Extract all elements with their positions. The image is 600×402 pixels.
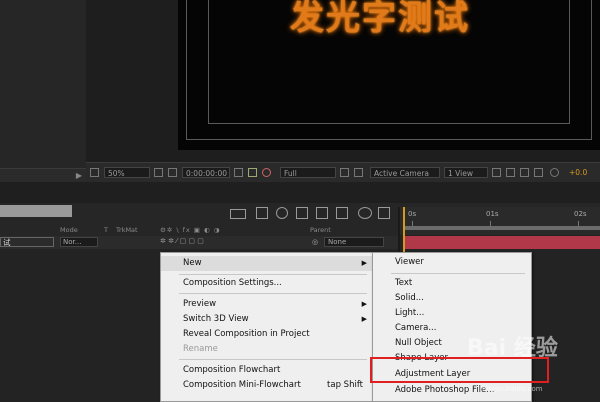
menu-item-new[interactable]: New ▶ [161,256,373,271]
menu-item-composition-flowchart[interactable]: Composition Flowchart [161,363,373,378]
glow-text-layer-preview[interactable]: 发光字测试 [290,0,470,39]
column-mode[interactable]: Mode [60,226,78,234]
flowchart-icon[interactable] [534,168,543,177]
brainstorm-icon[interactable] [378,207,390,219]
always-preview-icon[interactable] [90,168,99,177]
menu-item-preview[interactable]: Preview ▶ [161,297,373,312]
submenu-arrow-icon: ▶ [361,315,367,323]
submenu-item-viewer[interactable]: Viewer [373,255,531,270]
exposure-value[interactable]: +0.0 [566,167,590,178]
motion-blur-icon[interactable] [336,207,348,219]
submenu-item-solid[interactable]: Solid... [373,291,531,306]
column-trkmat[interactable]: TrkMat [116,226,138,234]
transparency-grid-icon[interactable] [354,168,363,177]
project-panel [0,0,86,182]
column-parent[interactable]: Parent [310,226,331,234]
parent-dropdown[interactable]: None [324,237,384,247]
live-update-icon[interactable] [256,207,268,219]
menu-item-switch-3d-view[interactable]: Switch 3D View ▶ [161,312,373,327]
submenu-item-text[interactable]: Text [373,276,531,291]
magnification-dropdown[interactable]: 50% [104,167,150,178]
ruler-label-0: 0s [408,210,417,218]
panel-divider [0,182,600,204]
comp-mini-flowchart-icon[interactable] [230,209,246,219]
draft-3d-icon[interactable] [276,207,288,219]
shortcut-text: tap Shift [327,380,363,390]
region-of-interest-icon[interactable] [340,168,349,177]
channel-rgb-icon[interactable] [262,168,271,177]
submenu-item-light[interactable]: Light... [373,306,531,321]
layer-mode-dropdown[interactable]: Nor... [60,237,98,247]
grid-icon[interactable] [154,168,163,177]
menu-separator [391,273,525,274]
submenu-arrow-icon: ▶ [361,259,367,267]
menu-item-composition-settings[interactable]: Composition Settings... [161,276,373,291]
resolution-dropdown[interactable]: Full [280,167,336,178]
show-snapshot-icon[interactable] [248,168,257,177]
layer-switches-icon[interactable]: ✲ ✲ ⁄ ▢ ▢ ▢ [160,237,204,245]
work-area-bar[interactable] [405,226,600,230]
layer-duration-bar[interactable] [403,236,600,249]
menu-separator [179,274,367,275]
time-ruler[interactable]: 0s 01s 02s [400,207,600,235]
menu-separator [179,359,367,360]
menu-separator [179,293,367,294]
camera-view-dropdown[interactable]: Active Camera [370,167,440,178]
layer-row[interactable]: 试 Nor... ✲ ✲ ⁄ ▢ ▢ ▢ ◎ None [0,236,400,249]
current-time-display[interactable]: 0:00:00:00 [182,167,230,178]
graph-editor-icon[interactable] [358,207,372,219]
parent-pickwhip-icon[interactable]: ◎ [312,238,318,246]
fast-previews-icon[interactable] [506,168,515,177]
viewer-toolbar: 50% 0:00:00:00 Full Active Camera 1 View… [86,162,600,183]
frame-blending-icon[interactable] [316,207,328,219]
view-layout-dropdown[interactable]: 1 View [444,167,488,178]
baidu-watermark-url: jingyan.baidu.com [478,385,543,393]
mask-visibility-icon[interactable] [168,168,177,177]
composition-viewer[interactable]: 发光字测试 [178,0,600,150]
menu-item-reveal-composition[interactable]: Reveal Composition in Project [161,327,373,342]
switches-icons: ⚙✲ \ fx ▣ ◐ ◑ [160,226,221,234]
toggle-pixel-aspect-icon[interactable] [492,168,501,177]
column-t[interactable]: T [104,226,108,234]
scroll-right-arrow-icon[interactable]: ▶ [76,171,82,180]
exposure-reset-icon[interactable] [550,168,559,177]
timeline-search-field[interactable] [0,205,72,217]
ruler-label-2: 02s [574,210,587,218]
context-menu: New ▶ Composition Settings... Preview ▶ Sw… [160,252,374,402]
layer-name[interactable]: 试 [0,237,54,247]
project-panel-scrollbar[interactable]: ▶ [0,168,86,183]
menu-item-composition-mini-flowchart[interactable]: Composition Mini-Flowchart tap Shift [161,378,373,393]
snapshot-icon[interactable] [234,168,243,177]
ruler-label-1: 01s [486,210,499,218]
hide-shy-layers-icon[interactable] [296,207,308,219]
timeline-icon[interactable] [520,168,529,177]
submenu-arrow-icon: ▶ [361,300,367,308]
baidu-watermark: Bai 经验 [467,336,558,361]
menu-item-rename: Rename [183,344,218,354]
